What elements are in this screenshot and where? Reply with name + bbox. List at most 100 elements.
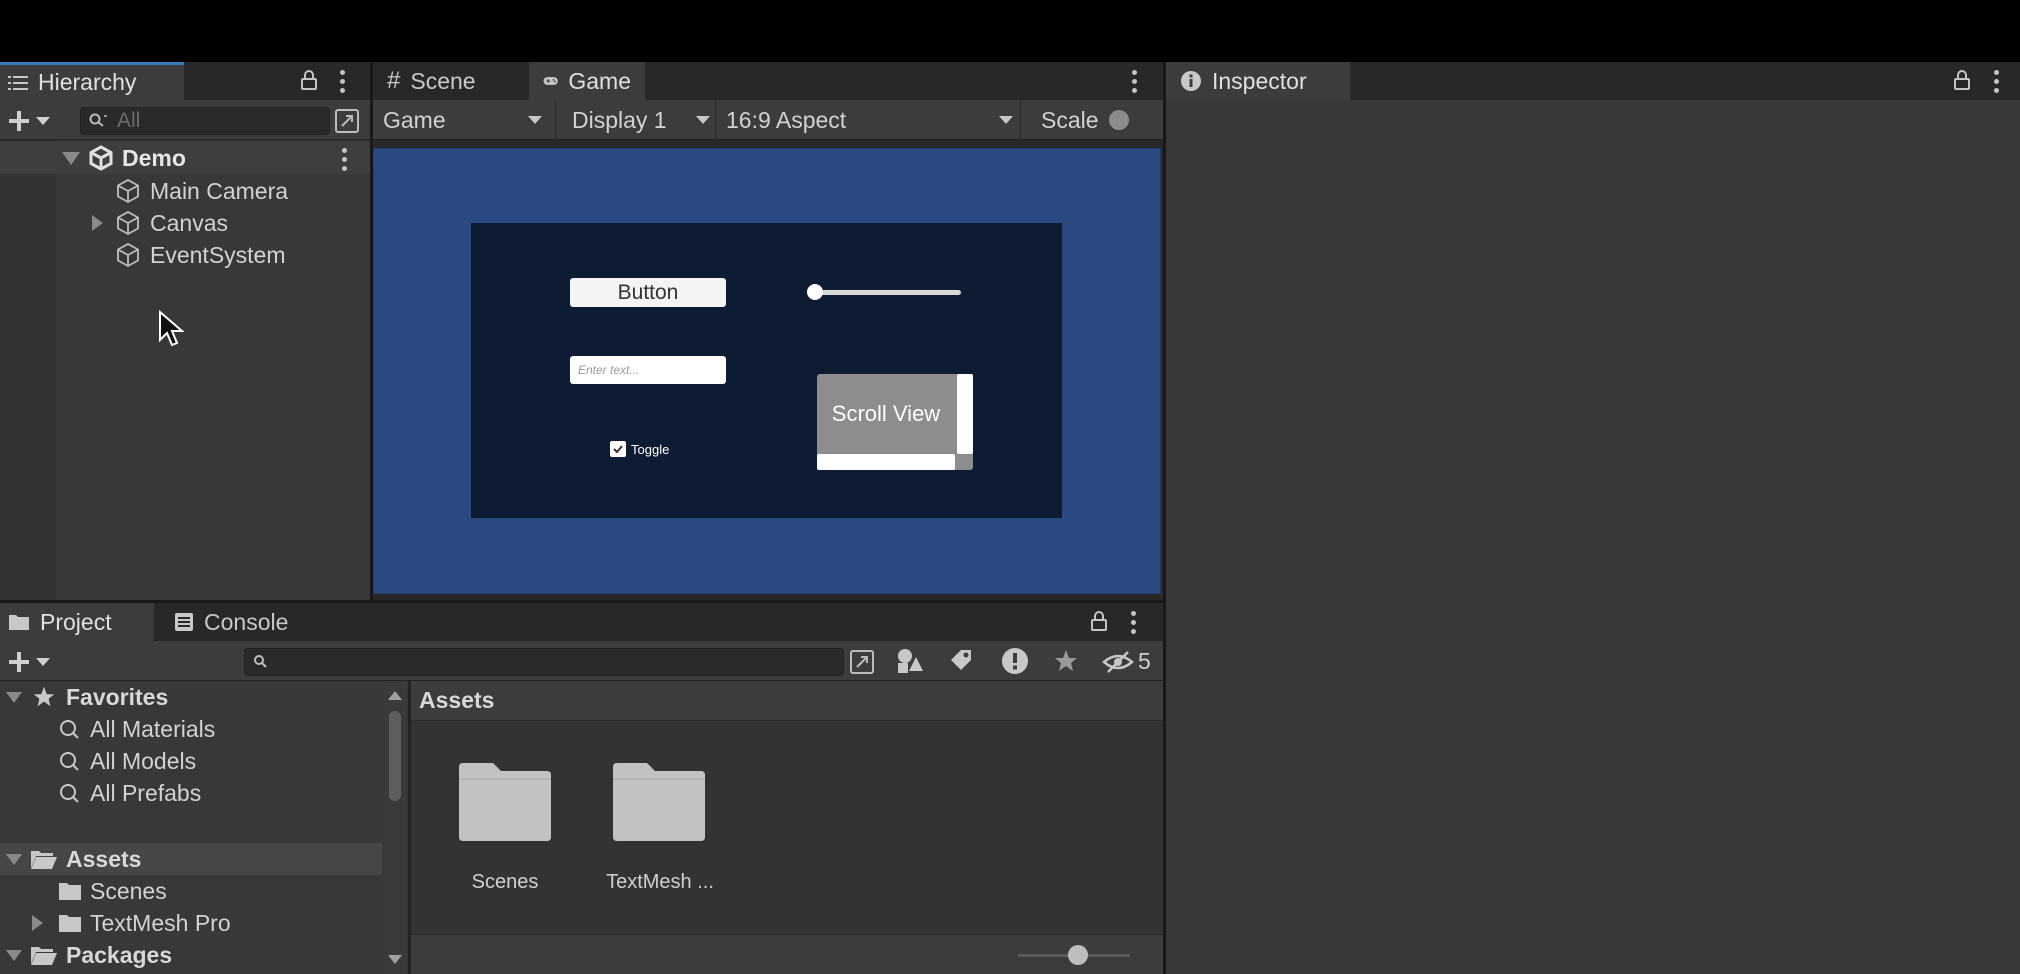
scene-visibility-icon[interactable]	[334, 108, 360, 134]
folder-open-icon	[31, 851, 57, 869]
project-search-input[interactable]	[244, 648, 844, 676]
filter-by-type-icon[interactable]	[896, 647, 924, 675]
scene-row-demo[interactable]: Demo	[62, 142, 362, 174]
ui-slider[interactable]	[807, 284, 967, 300]
plus-icon	[9, 652, 29, 672]
hierarchy-item-main-camera[interactable]: Main Camera	[114, 175, 288, 207]
game-menu-icon[interactable]	[1131, 70, 1137, 93]
game-panel: # Scene Game Game Display 1 16:9 Aspect …	[373, 62, 1163, 600]
assets-grid-area: Assets Scenes TextMesh ...	[411, 681, 1163, 974]
hierarchy-menu-icon[interactable]	[339, 70, 345, 93]
game-view-dropdown[interactable]: Game	[373, 100, 556, 140]
game-viewport[interactable]: Button Enter text... Scroll View Toggle	[373, 148, 1161, 594]
hierarchy-item-canvas[interactable]: Canvas	[92, 207, 228, 239]
tree-scrollbar[interactable]	[384, 681, 406, 974]
breadcrumb[interactable]: Assets	[419, 687, 494, 714]
scene-menu-icon[interactable]	[341, 148, 347, 171]
create-add-button[interactable]	[8, 108, 58, 134]
aspect-dropdown-value: 16:9 Aspect	[726, 106, 847, 133]
assets-tree-item-label: TextMesh Pro	[90, 909, 231, 936]
ui-scroll-view[interactable]: Scroll View	[817, 374, 973, 470]
folder-icon	[59, 883, 81, 900]
folder-icon	[59, 915, 81, 932]
scrollbar-thumb[interactable]	[389, 711, 401, 801]
search-icon	[89, 113, 107, 127]
expand-arrow-icon	[6, 949, 22, 961]
aspect-dropdown[interactable]: 16:9 Aspect	[716, 100, 1021, 140]
asset-tile-scenes[interactable]: Scenes	[445, 761, 565, 901]
chevron-down-icon	[528, 116, 542, 124]
asset-tile-label: Scenes	[471, 871, 539, 893]
favorites-header[interactable]: Favorites	[6, 681, 168, 713]
hierarchy-item-label: Canvas	[150, 209, 228, 236]
gamepad-icon	[543, 77, 558, 85]
icon-size-slider-handle[interactable]	[1068, 945, 1088, 965]
chevron-down-icon	[36, 117, 50, 125]
info-icon	[1181, 71, 1201, 91]
ui-input-field[interactable]: Enter text...	[570, 356, 726, 384]
ui-button[interactable]: Button	[570, 278, 726, 307]
scroll-up-arrow-icon[interactable]	[388, 691, 402, 700]
hash-icon: #	[387, 67, 401, 94]
star-favorite-icon[interactable]	[1053, 648, 1079, 674]
display-dropdown[interactable]: Display 1	[556, 100, 716, 140]
filter-by-label-icon[interactable]	[948, 647, 974, 673]
asset-tile-textmesh-pro[interactable]: TextMesh ...	[595, 761, 725, 901]
inspector-panel: Inspector	[1166, 62, 2020, 974]
mouse-cursor-icon	[159, 310, 184, 347]
tab-console[interactable]: Console	[160, 603, 310, 641]
ui-toggle[interactable]: Toggle	[610, 441, 669, 457]
lock-icon[interactable]	[1953, 70, 1971, 90]
scale-slider-knob[interactable]	[1108, 110, 1129, 130]
folder-icon	[459, 763, 551, 841]
search-icon	[60, 752, 79, 771]
expand-arrow-icon	[6, 691, 22, 703]
favorite-item[interactable]: All Materials	[58, 713, 215, 745]
favorite-item-label: All Materials	[90, 715, 216, 742]
project-panel: Project Console 5 Favorites All Material…	[0, 603, 1163, 974]
tab-scene[interactable]: # Scene	[373, 62, 529, 100]
game-view-dropdown-value: Game	[383, 106, 446, 133]
inspector-menu-icon[interactable]	[1993, 70, 1999, 93]
hierarchy-item-label: Main Camera	[150, 177, 289, 204]
favorite-item[interactable]: All Models	[58, 745, 196, 777]
ui-button-label: Button	[617, 280, 679, 304]
tab-inspector-label: Inspector	[1212, 67, 1307, 94]
list-icon	[8, 75, 28, 90]
tab-hierarchy[interactable]: Hierarchy	[0, 62, 184, 100]
ui-scroll-vertical-bar[interactable]	[957, 374, 973, 454]
assets-tree-item[interactable]: TextMesh Pro	[32, 907, 231, 939]
hidden-packages-toggle[interactable]: 5	[1102, 648, 1151, 675]
assets-tree-header[interactable]: Assets	[6, 843, 141, 875]
gameobject-cube-icon	[117, 178, 139, 204]
ui-scroll-horizontal-bar[interactable]	[817, 454, 955, 470]
search-icon	[60, 720, 79, 739]
chevron-down-icon	[36, 658, 50, 666]
lock-icon[interactable]	[300, 70, 318, 90]
hidden-count: 5	[1138, 648, 1151, 674]
ui-slider-handle[interactable]	[807, 284, 823, 300]
star-icon	[33, 686, 55, 707]
scroll-down-arrow-icon[interactable]	[388, 955, 402, 964]
assets-tree-item[interactable]: Scenes	[58, 875, 167, 907]
scale-control[interactable]: Scale	[1021, 100, 1163, 140]
search-by-scene-icon[interactable]	[849, 649, 875, 675]
project-add-button[interactable]	[8, 649, 58, 675]
project-menu-icon[interactable]	[1130, 611, 1136, 634]
hierarchy-panel: Hierarchy All Demo Main Camera Canvas Ev…	[0, 62, 370, 600]
lock-icon[interactable]	[1090, 611, 1108, 631]
hierarchy-search-input[interactable]: All	[80, 107, 330, 135]
hierarchy-item-eventsystem[interactable]: EventSystem	[114, 239, 286, 271]
tab-game[interactable]: Game	[529, 62, 645, 100]
packages-tree-header[interactable]: Packages	[6, 939, 172, 971]
scene-name: Demo	[122, 144, 186, 171]
tab-project[interactable]: Project	[0, 603, 154, 641]
warning-filter-icon[interactable]	[1000, 646, 1030, 676]
tab-scene-label: Scene	[410, 67, 476, 94]
tab-inspector[interactable]: Inspector	[1166, 62, 1350, 100]
gameobject-cube-icon	[117, 210, 139, 236]
search-icon	[254, 655, 267, 668]
favorite-item[interactable]: All Prefabs	[58, 777, 201, 809]
game-toolbar: Game Display 1 16:9 Aspect Scale	[373, 100, 1163, 140]
tab-project-label: Project	[40, 608, 112, 635]
